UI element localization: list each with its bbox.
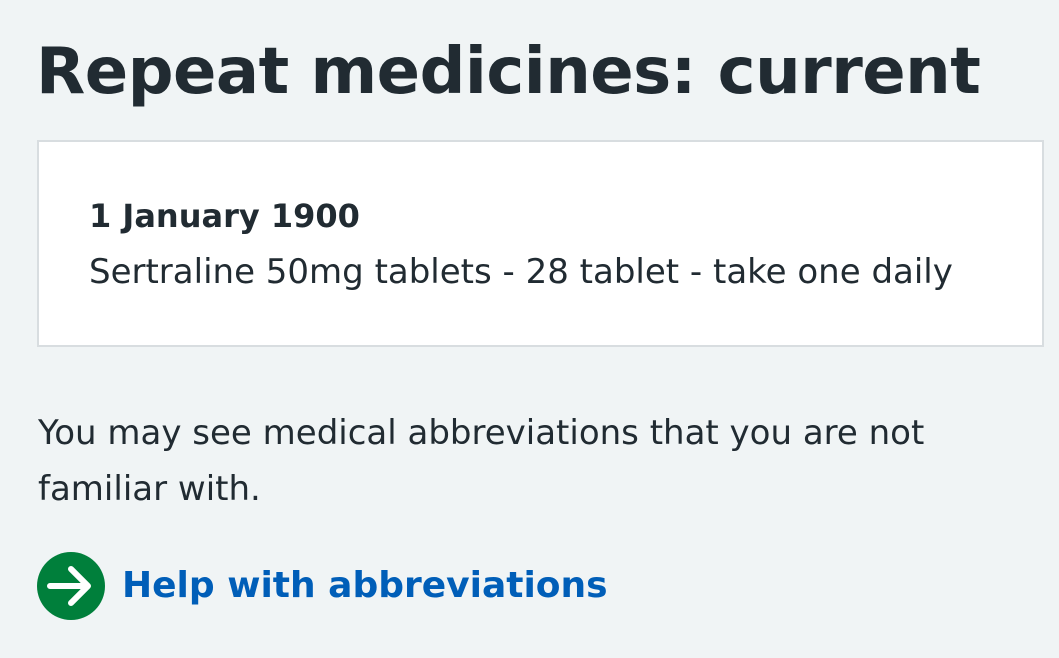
- medicine-date: 1 January 1900: [89, 197, 360, 235]
- arrow-right-circle-icon: [37, 552, 105, 620]
- abbreviations-info-text: You may see medical abbreviations that y…: [38, 413, 925, 509]
- page-title: Repeat medicines: current: [36, 35, 981, 109]
- medicine-card: 1 January 1900 Sertraline 50mg tablets -…: [37, 140, 1044, 347]
- page: Repeat medicines: current 1 January 1900…: [0, 0, 1059, 658]
- medicine-detail: Sertraline 50mg tablets - 28 tablet - ta…: [89, 252, 953, 292]
- help-link-label: Help with abbreviations: [122, 565, 608, 606]
- help-with-abbreviations-link[interactable]: Help with abbreviations: [37, 551, 608, 621]
